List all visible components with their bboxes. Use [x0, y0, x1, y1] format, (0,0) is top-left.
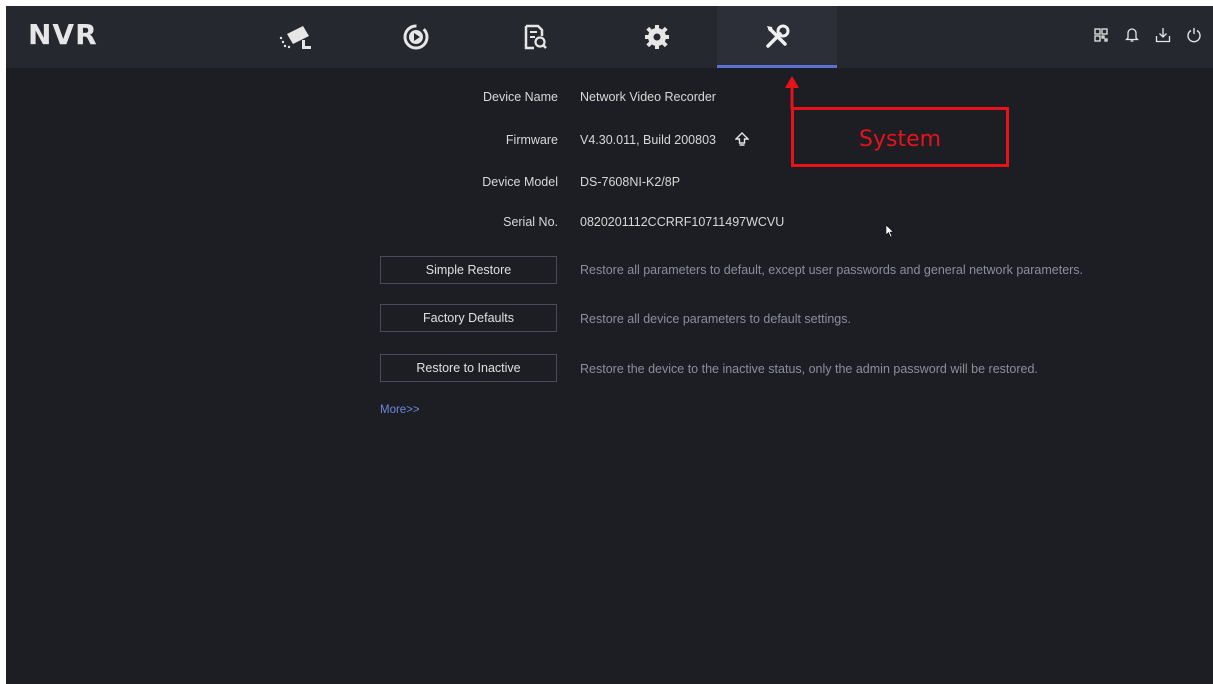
restore-to-inactive-description: Restore the device to the inactive statu… — [580, 362, 1038, 376]
power-icon[interactable] — [1185, 26, 1203, 44]
restore-to-inactive-button[interactable]: Restore to Inactive — [380, 354, 557, 382]
download-icon[interactable] — [1154, 26, 1172, 44]
qr-code-icon[interactable] — [1092, 26, 1110, 44]
bell-icon[interactable] — [1123, 26, 1141, 44]
factory-defaults-description: Restore all device parameters to default… — [580, 312, 851, 326]
tab-playback[interactable] — [356, 6, 476, 68]
annotation-arrow — [785, 76, 799, 110]
tab-search[interactable] — [476, 6, 596, 68]
header-actions — [1092, 26, 1203, 44]
serial-label: Serial No. — [503, 215, 558, 229]
mouse-cursor-icon — [886, 225, 895, 238]
more-link[interactable]: More>> — [380, 404, 420, 416]
device-name-value: Network Video Recorder — [580, 90, 716, 104]
tab-camera[interactable] — [236, 6, 356, 68]
tools-icon — [766, 24, 790, 48]
serial-value: 0820201112CCRRF10711497WCVU — [580, 215, 785, 229]
camera-icon — [279, 26, 311, 49]
upgrade-icon[interactable] — [734, 132, 750, 149]
tab-configuration[interactable] — [597, 6, 717, 68]
simple-restore-button[interactable]: Simple Restore — [380, 256, 557, 284]
factory-defaults-button[interactable]: Factory Defaults — [380, 304, 557, 332]
simple-restore-description: Restore all parameters to default, excep… — [580, 263, 1084, 277]
serial-row: Serial No. 0820201112CCRRF10711497WCVU — [358, 215, 1058, 235]
firmware-value: V4.30.011, Build 200803 — [580, 133, 716, 147]
annotation-label: System — [859, 127, 942, 152]
nvr-screen: NVR Device Name Network Video Recorder F… — [6, 6, 1213, 684]
device-model-label: Device Model — [482, 175, 558, 189]
gear-icon — [645, 25, 669, 49]
app-logo: NVR — [28, 18, 98, 51]
tab-maintenance[interactable] — [717, 6, 837, 68]
firmware-label: Firmware — [505, 133, 558, 147]
device-model-row: Device Model DS-7608NI-K2/8P — [358, 175, 1058, 195]
annotation-box: System — [791, 107, 1009, 167]
file-search-icon — [524, 24, 547, 50]
device-name-label: Device Name — [482, 90, 558, 104]
top-navigation-bar: NVR — [6, 6, 1213, 68]
device-model-value: DS-7608NI-K2/8P — [580, 175, 681, 189]
playback-icon — [403, 24, 429, 50]
